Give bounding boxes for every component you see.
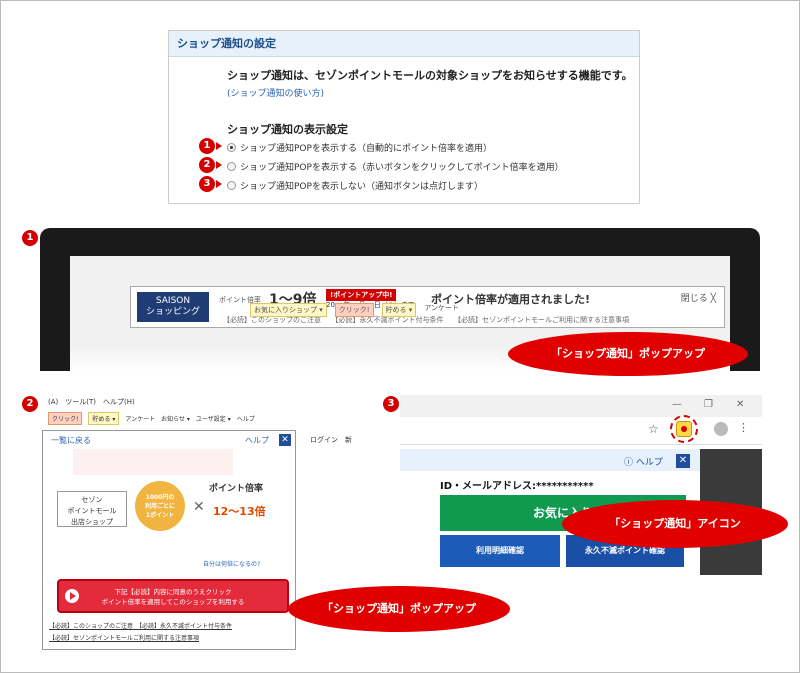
highlight-circle (670, 415, 698, 443)
apply-rate-button[interactable]: 下記【必読】内容に同意のうえクリック ポイント倍率を適用してこのショップを利用す… (57, 579, 289, 613)
help-button[interactable]: ヘルプ (237, 414, 255, 423)
user-settings-button[interactable]: ユーザ設定 ▾ (196, 414, 231, 423)
option-label: ショップ通知POPを表示する（自動的にポイント倍率を適用） (240, 144, 492, 154)
option-arrow-3 (216, 180, 222, 188)
option-arrow-2 (216, 161, 222, 169)
option-auto-apply[interactable]: ショップ通知POPを表示する（自動的にポイント倍率を適用） (227, 141, 492, 154)
rate-value: 12〜13倍 (213, 505, 266, 518)
click-button[interactable]: クリック! (48, 411, 83, 425)
save-points-button[interactable]: 貯める ▾ (88, 411, 120, 425)
bookmark-star-icon[interactable]: ☆ (648, 422, 659, 436)
logo-subtext: ショッピング (145, 307, 200, 317)
shop-line: セゾン (81, 496, 103, 504)
radio-unselected[interactable] (227, 181, 236, 190)
notice-links-2[interactable]: 【必読】セゾンポイントモールご利用に関する注意事項 (49, 633, 199, 642)
option-red-button[interactable]: ショップ通知POPを表示する（赤いボタンをクリックしてポイント倍率を適用） (227, 160, 564, 173)
id-email-label: ID・メールアドレス:*********** (440, 481, 594, 492)
close-window-icon[interactable]: ✕ (736, 399, 744, 410)
help-link[interactable]: ヘルプ (245, 435, 269, 446)
window-titlebar: — ❐ ✕ (400, 395, 762, 417)
popup-callout-2: 「ショップ通知」ポップアップ (288, 586, 510, 632)
shop-label-box: セゾン ポイントモール 出店ショップ (57, 491, 127, 527)
shop-line: ポイントモール (67, 507, 117, 515)
menu-bar: (A) ツール(T) ヘルプ(H) (48, 398, 135, 406)
minimize-icon[interactable]: — (672, 399, 682, 410)
option-number-1: 1 (199, 138, 215, 154)
chrome-screenshot: — ❐ ✕ ☆ ⋮ ⓘ ヘルプ ✕ ID・メールアドレス:***********… (400, 395, 762, 575)
notice-button[interactable]: お知らせ ▾ (161, 414, 190, 423)
account-avatar-icon[interactable] (714, 422, 728, 436)
settings-header: ショップ通知の設定 (169, 31, 639, 57)
icon-callout: 「ショップ通知」アイコン (562, 500, 788, 548)
back-to-list-link[interactable]: 一覧に戻る (51, 435, 91, 446)
option-number-2: 2 (199, 157, 215, 173)
shot1-number: 1 (22, 230, 38, 246)
rate-label: ポイント倍率 (209, 484, 264, 494)
click-button[interactable]: クリック! (334, 303, 374, 317)
settings-description: ショップ通知は、セゾンポイントモールの対象ショップをお知らせする機能です。 (227, 69, 633, 82)
button-line-1: 下記【必読】内容に同意のうえクリック (114, 588, 232, 596)
toolbar: クリック! 貯める ▾ アンケート お知らせ ▾ ユーザ設定 ▾ ヘルプ (40, 411, 360, 425)
survey-button[interactable]: アンケート (125, 414, 155, 423)
radio-unselected[interactable] (227, 162, 236, 171)
shop-notice-popup: 一覧に戻る ヘルプ ✕ セゾン ポイントモール 出店ショップ 1000円の 利用… (42, 430, 296, 650)
statement-button[interactable]: 利用明細確認 (440, 535, 560, 567)
shop-notice-settings-panel: ショップ通知の設定 ショップ通知は、セゾンポイントモールの対象ショップをお知らせ… (168, 30, 640, 204)
shot2-number: 2 (22, 396, 38, 412)
close-icon[interactable]: ✕ (279, 434, 291, 446)
popup-banner-area (73, 449, 233, 475)
favorites-button[interactable]: お気に入りショップ ▾ (250, 303, 327, 317)
close-button[interactable]: 閉じる ╳ (681, 291, 716, 304)
save-points-button[interactable]: 貯める ▾ (381, 303, 417, 317)
coin-line: 1ポイント (145, 512, 175, 519)
page-header-links[interactable]: ログイン 新 (310, 435, 352, 445)
what-rate-link[interactable]: 自分は何倍になるの? (203, 559, 260, 568)
restore-icon[interactable]: ❐ (704, 399, 713, 410)
coin-line: 利用ごとに (144, 503, 175, 510)
browser-toolbar: お気に入りショップ ▾ クリック! 貯める ▾ アンケート (250, 303, 459, 317)
option-number-3: 3 (199, 176, 215, 192)
button-line-2: ポイント倍率を適用してこのショップを利用する (101, 598, 245, 606)
popup-header: ⓘ ヘルプ ✕ (400, 449, 700, 471)
radio-selected[interactable] (227, 143, 236, 152)
saison-logo: SAISON ショッピング (137, 292, 209, 322)
address-bar: ☆ ⋮ (400, 415, 762, 445)
close-icon[interactable]: ✕ (676, 454, 690, 468)
option-arrow-1 (216, 142, 222, 150)
play-icon (65, 589, 79, 603)
point-coin-icon: 1000円の 利用ごとに 1ポイント (135, 481, 185, 531)
logo-text: SAISON (155, 296, 191, 306)
popup-callout-1: 「ショップ通知」ポップアップ (508, 332, 748, 376)
display-settings-title: ショップ通知の表示設定 (227, 123, 348, 136)
option-label: ショップ通知POPを表示しない（通知ボタンは点灯します） (240, 182, 483, 192)
menu-kebab-icon[interactable]: ⋮ (738, 421, 749, 434)
option-label: ショップ通知POPを表示する（赤いボタンをクリックしてポイント倍率を適用） (240, 163, 564, 173)
option-hide[interactable]: ショップ通知POPを表示しない（通知ボタンは点灯します） (227, 179, 483, 192)
times-icon: ✕ (193, 499, 205, 515)
shop-line: 出店ショップ (71, 518, 113, 526)
coin-line: 1000円の (145, 494, 175, 501)
survey-button[interactable]: アンケート (424, 303, 459, 317)
shot3-number: 3 (383, 396, 399, 412)
howto-link[interactable]: (ショップ通知の使い方) (227, 86, 324, 99)
help-link[interactable]: ⓘ ヘルプ (624, 455, 663, 468)
notice-links-1[interactable]: 【必読】このショップのご注意 【必読】永久不滅ポイント付与条件 (49, 621, 232, 630)
